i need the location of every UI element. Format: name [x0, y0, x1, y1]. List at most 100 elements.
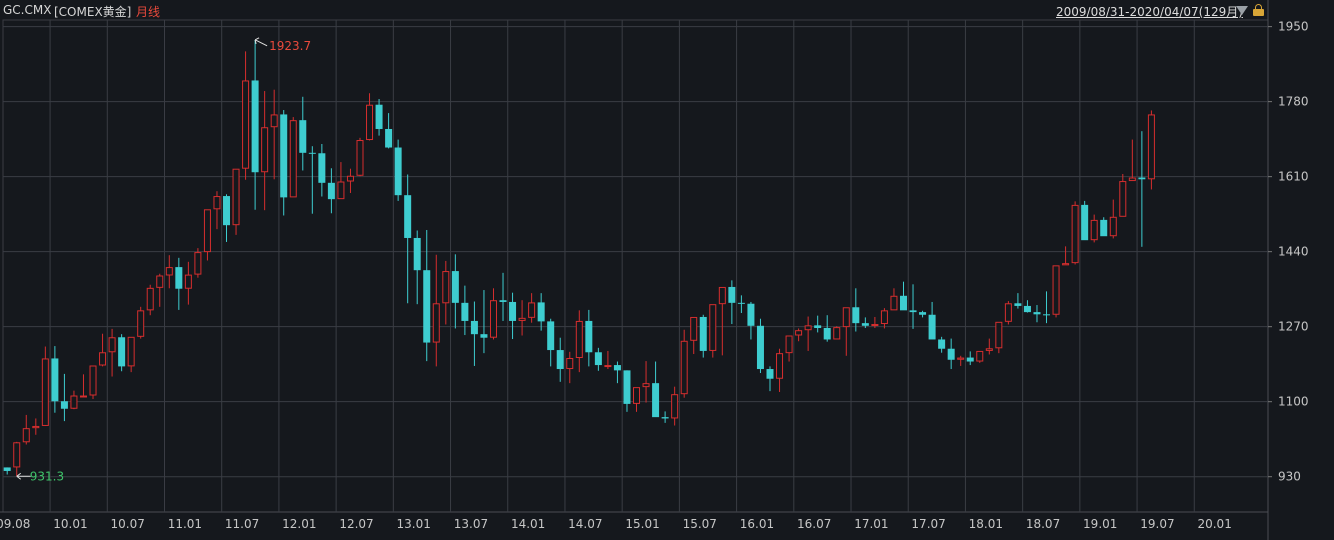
x-tick-label: 17.07: [911, 517, 945, 531]
candle: [966, 351, 974, 366]
candle-body: [976, 350, 984, 362]
candle-body: [1138, 177, 1146, 180]
candle-body: [556, 350, 564, 370]
candle-body: [223, 196, 231, 226]
candle: [232, 168, 240, 235]
candle-body: [1014, 303, 1022, 306]
candle: [432, 254, 440, 367]
candle: [480, 290, 488, 354]
candle: [814, 315, 822, 333]
candle-body: [699, 316, 707, 351]
candle: [680, 329, 688, 398]
candle: [652, 361, 660, 418]
candle: [346, 168, 354, 193]
candle-body: [184, 274, 192, 289]
candle-body: [613, 365, 621, 371]
x-tick-label: 14.01: [511, 517, 545, 531]
candle-body: [261, 127, 269, 173]
candle-body: [1043, 314, 1051, 316]
candle-body: [547, 321, 555, 351]
candle-body: [938, 339, 946, 349]
candle: [957, 355, 965, 366]
candle: [1138, 131, 1146, 247]
candle-body: [280, 114, 288, 198]
candle: [1128, 139, 1136, 182]
candle-body: [470, 320, 478, 335]
candle-body: [1119, 181, 1127, 217]
candle-body: [1100, 219, 1108, 237]
candle: [470, 301, 478, 366]
candle-body: [118, 337, 126, 367]
candle: [756, 318, 764, 374]
candle-body: [842, 307, 850, 328]
candle: [766, 366, 774, 392]
candle: [633, 387, 641, 412]
candle: [890, 288, 898, 311]
candle: [289, 117, 297, 198]
candle: [385, 113, 393, 149]
candle-body: [766, 369, 774, 379]
x-tick-label: 13.07: [454, 517, 488, 531]
candle: [728, 280, 736, 325]
candle-body: [928, 314, 936, 340]
candle-body: [995, 321, 1003, 349]
candle-body: [442, 271, 450, 304]
candle: [642, 361, 650, 403]
candle-body: [499, 300, 507, 302]
y-tick-label: 1950: [1278, 20, 1309, 34]
candle-body: [642, 383, 650, 388]
candle-body: [1147, 114, 1155, 180]
candle-body: [804, 325, 812, 331]
x-tick-label: 10.01: [53, 517, 87, 531]
candle-body: [318, 153, 326, 183]
candle-body: [966, 357, 974, 362]
candle-body: [232, 168, 240, 226]
candle-body: [633, 387, 641, 404]
candle: [985, 338, 993, 355]
candle: [13, 441, 21, 477]
candle: [1052, 265, 1060, 318]
candle-body: [156, 275, 164, 288]
candle-body: [518, 317, 526, 321]
candle: [413, 230, 421, 305]
candle: [795, 328, 803, 342]
candle: [213, 191, 221, 230]
candle: [489, 288, 497, 340]
candle: [833, 326, 841, 340]
candle: [194, 248, 202, 278]
x-tick-label: 12.07: [339, 517, 373, 531]
candle: [842, 307, 850, 356]
candle-body: [776, 353, 784, 379]
candle: [1062, 246, 1070, 266]
candle-body: [308, 152, 316, 154]
candle: [718, 286, 726, 356]
candlestick-chart[interactable]: 1923.7931.3 195017801610144012701100930 …: [0, 0, 1334, 540]
candle: [518, 300, 526, 336]
candle: [327, 168, 335, 214]
candle-body: [146, 287, 154, 311]
max-pointer: [254, 37, 268, 47]
candle: [1081, 200, 1089, 241]
candle-body: [385, 128, 393, 148]
candle: [41, 346, 49, 426]
candle-body: [919, 312, 927, 315]
y-tick-label: 1440: [1278, 245, 1309, 259]
min-label: 931.3: [30, 469, 64, 483]
candle: [528, 293, 536, 323]
x-tick-label: 19.07: [1140, 517, 1174, 531]
candle-body: [957, 357, 965, 360]
candle: [22, 414, 30, 445]
candle-body: [165, 267, 173, 276]
candle-body: [489, 300, 497, 338]
candle: [1043, 291, 1051, 324]
candle-body: [814, 325, 822, 328]
candle-body: [480, 334, 488, 338]
candle: [1023, 300, 1031, 313]
candle-body: [1004, 303, 1012, 322]
candle-body: [985, 348, 993, 351]
candle-body: [1081, 204, 1089, 241]
candle-body: [1062, 263, 1070, 266]
candle-body: [833, 327, 841, 340]
candle-body: [899, 295, 907, 311]
candle: [318, 143, 326, 197]
